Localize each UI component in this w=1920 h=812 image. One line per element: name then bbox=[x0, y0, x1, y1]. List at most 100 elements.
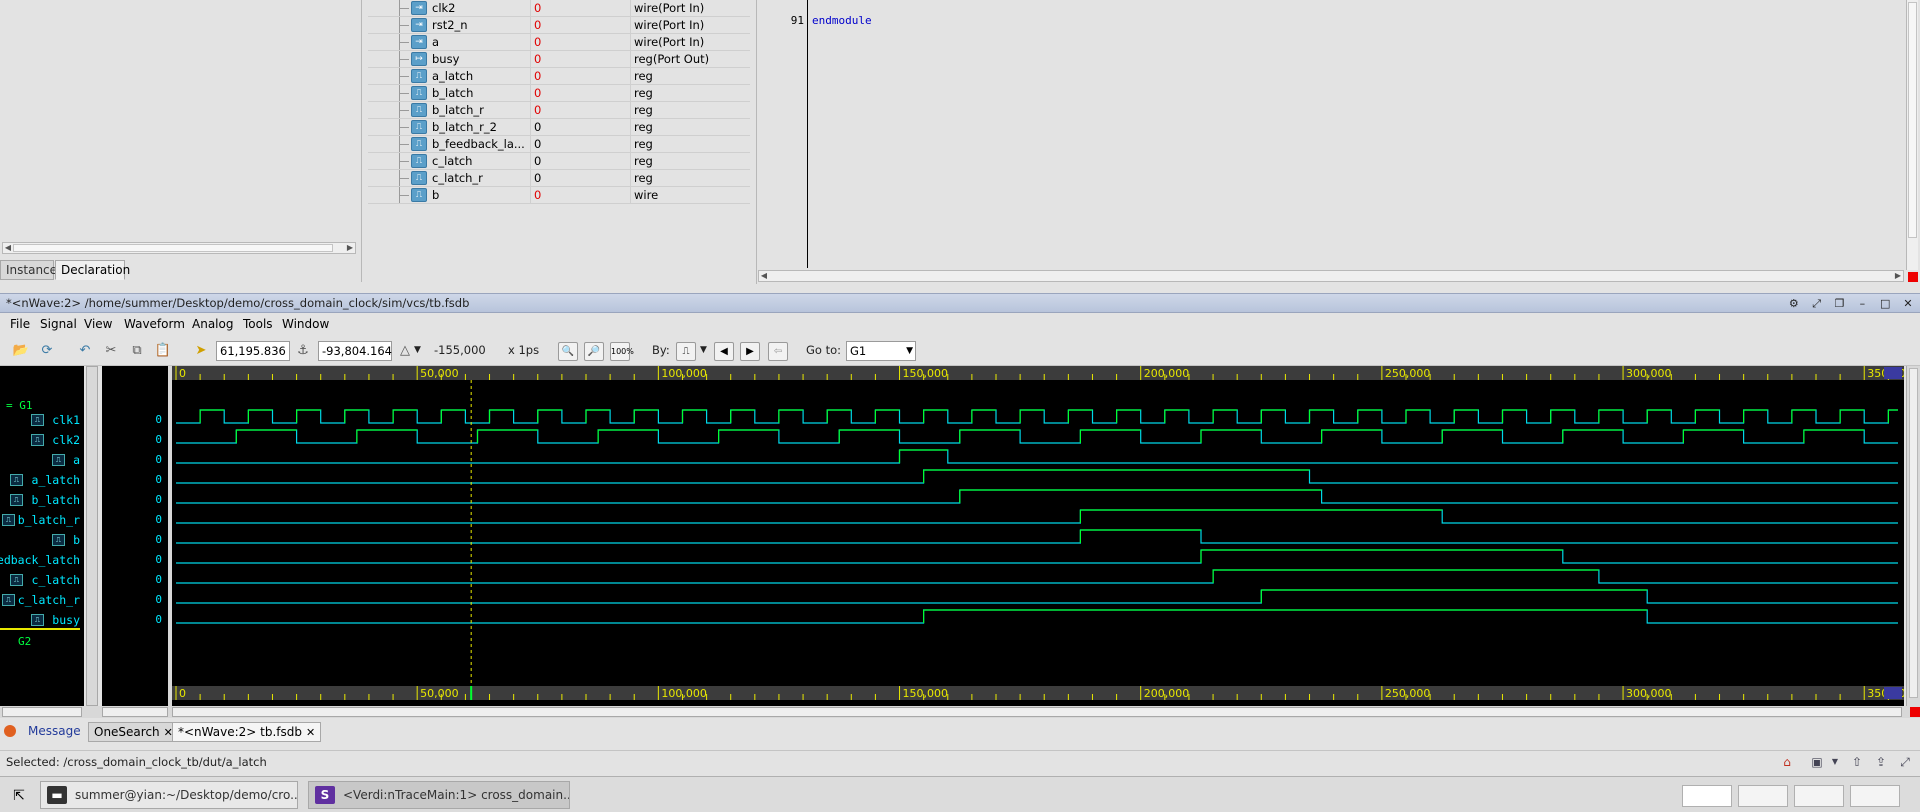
waveform-canvas[interactable]: 0 50,000 100,000 150,000 200,000 250,000 300,0… bbox=[172, 366, 1913, 706]
scroll-thumb[interactable] bbox=[1909, 368, 1918, 698]
table-row[interactable]: ⎍ c_latch_r 0 reg bbox=[368, 170, 750, 187]
menu-signal[interactable]: Signal bbox=[40, 317, 77, 331]
workspace-4[interactable] bbox=[1850, 785, 1900, 807]
cut-icon[interactable]: ✂ bbox=[102, 342, 120, 360]
tab-nwave[interactable]: *<nWave:2> tb.fsdb ✕ bbox=[172, 722, 322, 742]
tab-onesearch[interactable]: OneSearch ✕ bbox=[88, 722, 179, 742]
search-by-icon[interactable]: ⎍ bbox=[676, 342, 696, 361]
wave-b_feedback_latch[interactable] bbox=[176, 549, 1898, 564]
wave-vscrollbar[interactable] bbox=[1906, 366, 1920, 706]
scroll-left-icon[interactable]: ◀ bbox=[759, 271, 769, 281]
workspace-3[interactable] bbox=[1794, 785, 1844, 807]
close-icon[interactable]: ✕ bbox=[1900, 297, 1916, 311]
signal-name[interactable]: busy bbox=[52, 613, 80, 627]
minimize-icon[interactable]: – bbox=[1854, 297, 1870, 311]
signal-name[interactable]: a_latch bbox=[32, 473, 80, 487]
layout-dropdown-icon[interactable]: ▼ bbox=[1826, 754, 1844, 770]
scroll-right-icon[interactable]: ▶ bbox=[345, 243, 355, 253]
waveform-pane[interactable]: 0 50,000 100,000 150,000 200,000 250,000 300,0… bbox=[172, 366, 1913, 706]
taskbar-terminal[interactable]: ▬ summer@yian:~/Desktop/demo/cro... bbox=[40, 781, 298, 809]
signal-name[interactable]: eedback_latch bbox=[0, 553, 80, 567]
table-row[interactable]: ⎍ a_latch 0 reg bbox=[368, 68, 750, 85]
wave-c_latch[interactable] bbox=[176, 569, 1898, 584]
chevron-down-icon[interactable]: ▼ bbox=[906, 342, 913, 360]
delta-dropdown-icon[interactable]: ▼ bbox=[414, 345, 421, 355]
ruler-marker[interactable] bbox=[1884, 367, 1902, 379]
by-dropdown-icon[interactable]: ▼ bbox=[700, 345, 707, 355]
marker-icon[interactable]: ⚓ bbox=[294, 342, 312, 360]
table-row[interactable]: ⎍ b_latch 0 reg bbox=[368, 85, 750, 102]
code-hscrollbar[interactable]: ◀ ▶ bbox=[758, 270, 1904, 282]
table-row[interactable]: ⎍ c_latch 0 reg bbox=[368, 153, 750, 170]
table-row[interactable]: ⎍ b 0 wire bbox=[368, 187, 750, 204]
close-icon[interactable]: ✕ bbox=[306, 726, 315, 739]
scroll-thumb[interactable] bbox=[13, 244, 333, 252]
signal-name[interactable]: b_latch_r bbox=[18, 513, 80, 527]
menu-window[interactable]: Window bbox=[282, 317, 329, 331]
tab-instance[interactable]: Instance bbox=[0, 260, 57, 280]
signal-name[interactable]: b_latch bbox=[32, 493, 80, 507]
up-arrow-icon[interactable]: ⇧ bbox=[1848, 754, 1866, 770]
reload-icon[interactable]: ⟳ bbox=[38, 342, 56, 360]
code-line[interactable]: endmodule bbox=[812, 14, 872, 27]
marker-time-field[interactable]: -93,804.164 bbox=[318, 341, 392, 361]
menu-waveform[interactable]: Waveform bbox=[124, 317, 185, 331]
signal-name[interactable]: c_latch bbox=[32, 573, 80, 587]
upload-icon[interactable]: ⇪ bbox=[1872, 754, 1890, 770]
signal-name[interactable]: clk1 bbox=[52, 413, 80, 427]
taskbar-verdi[interactable]: S <Verdi:nTraceMain:1> cross_domain... bbox=[308, 781, 570, 809]
undock-icon[interactable]: ❐ bbox=[1832, 297, 1848, 311]
workspace-1[interactable] bbox=[1682, 785, 1732, 807]
table-row[interactable]: ↦ busy 0 reg(Port Out) bbox=[368, 51, 750, 68]
wave-b_latch_r[interactable] bbox=[176, 509, 1898, 524]
table-row[interactable]: ⇥ rst2_n 0 wire(Port In) bbox=[368, 17, 750, 34]
table-row[interactable]: ⎍ b_latch_r 0 reg bbox=[368, 102, 750, 119]
zoom-fit-icon[interactable]: 100% bbox=[610, 342, 634, 361]
names-hscrollbar[interactable] bbox=[2, 707, 82, 717]
code-vscrollbar[interactable] bbox=[1906, 0, 1918, 270]
wave-clk2[interactable] bbox=[176, 429, 1898, 444]
wave-clk1[interactable] bbox=[176, 409, 1898, 424]
undo-icon[interactable]: ↶ bbox=[76, 342, 94, 360]
tab-declaration[interactable]: Declaration bbox=[55, 260, 130, 280]
next-edge-icon[interactable]: ▶ bbox=[740, 342, 760, 361]
cursor-icon[interactable]: ➤ bbox=[192, 342, 210, 360]
home-icon[interactable]: ⌂ bbox=[1778, 754, 1796, 770]
show-desktop-icon[interactable]: ⇱ bbox=[8, 785, 30, 807]
pin-icon[interactable]: ⤢ bbox=[1809, 297, 1825, 311]
zoom-out-icon[interactable]: 🔍 bbox=[558, 342, 578, 361]
scroll-right-icon[interactable]: ▶ bbox=[1893, 271, 1903, 281]
workspace-2[interactable] bbox=[1738, 785, 1788, 807]
signal-name[interactable]: c_latch_r bbox=[18, 593, 80, 607]
cursor-time-field[interactable]: 61,195.836 bbox=[216, 341, 290, 361]
time-ruler-bottom[interactable]: 0 50,000 100,000 150,000 200,000 250,000 300,0… bbox=[172, 686, 1913, 700]
paste-icon[interactable]: 📋 bbox=[154, 342, 172, 360]
prev-edge-icon[interactable]: ◀ bbox=[714, 342, 734, 361]
table-row[interactable]: ⇥ clk2 0 wire(Port In) bbox=[368, 0, 750, 17]
wave-b_latch[interactable] bbox=[176, 489, 1898, 504]
wave-a[interactable] bbox=[176, 449, 1898, 464]
table-row[interactable]: ⎍ b_feedback_la... 0 reg bbox=[368, 136, 750, 153]
settings-icon[interactable]: ⚙ bbox=[1786, 297, 1802, 311]
menu-file[interactable]: File bbox=[10, 317, 30, 331]
goto-select[interactable]: G1 ▼ bbox=[846, 341, 916, 361]
delta-icon[interactable]: △ bbox=[396, 342, 414, 360]
scroll-left-icon[interactable]: ◀ bbox=[3, 243, 13, 253]
copy-icon[interactable]: ⧉ bbox=[128, 342, 146, 360]
back-icon[interactable]: ⇦ bbox=[768, 342, 788, 361]
menu-tools[interactable]: Tools bbox=[243, 317, 273, 331]
group-g2[interactable]: G2 bbox=[18, 635, 31, 648]
wave-busy[interactable] bbox=[176, 609, 1898, 624]
wave-a_latch[interactable] bbox=[176, 469, 1898, 484]
zoom-in-icon[interactable]: 🔎 bbox=[584, 342, 604, 361]
signal-name[interactable]: a bbox=[73, 453, 80, 467]
names-vscrollbar[interactable] bbox=[86, 366, 98, 706]
table-row[interactable]: ⇥ a 0 wire(Port In) bbox=[368, 34, 750, 51]
maximize-icon[interactable]: □ bbox=[1877, 297, 1893, 311]
wave-c_latch_r[interactable] bbox=[176, 589, 1898, 604]
fullscreen-icon[interactable]: ⤢ bbox=[1896, 754, 1914, 770]
wave-hscrollbar[interactable] bbox=[172, 707, 1902, 717]
wave-b[interactable] bbox=[176, 529, 1898, 544]
signal-name[interactable]: b bbox=[73, 533, 80, 547]
scroll-thumb[interactable] bbox=[1908, 2, 1917, 238]
